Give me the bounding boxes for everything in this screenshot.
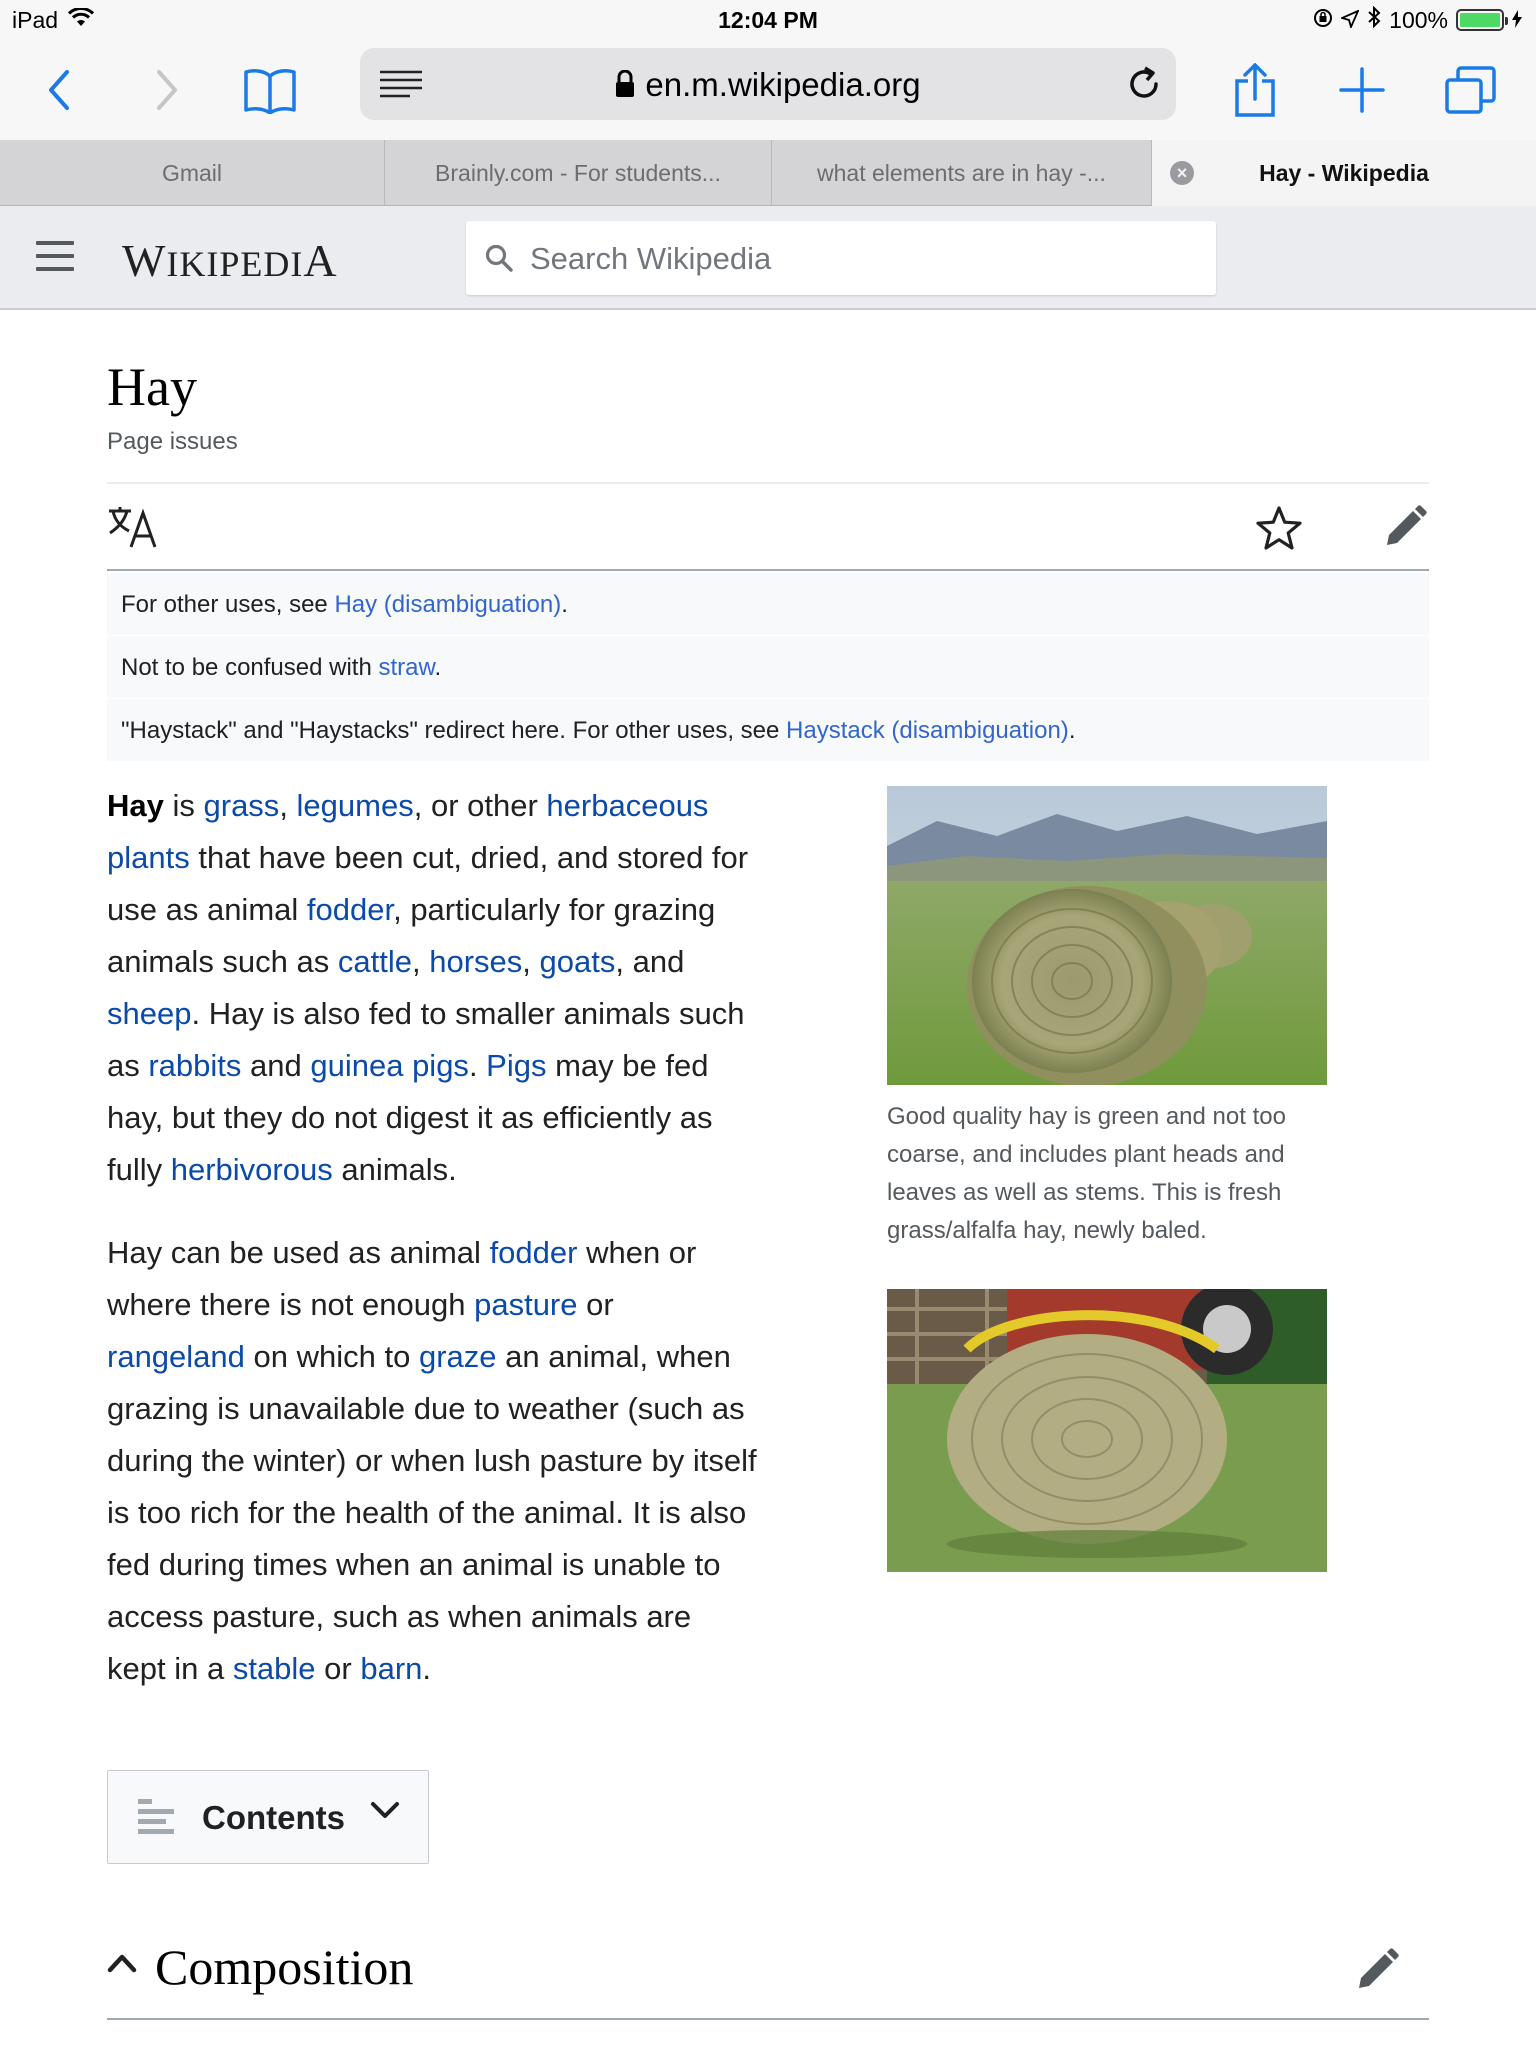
forward-icon[interactable] [134,58,198,122]
divider [107,482,1429,484]
page-issues-link[interactable]: Page issues [107,428,238,456]
hatnotes: For other uses, see Hay (disambiguation)… [107,573,1429,762]
article-link[interactable]: grass [204,788,280,823]
hatnote-link[interactable]: Hay (disambiguation) [334,591,561,618]
article-link[interactable]: goats [540,944,616,979]
status-bar: iPad 12:04 PM 100% [0,0,1536,40]
article-link[interactable]: herbivorous [171,1152,333,1187]
clock: 12:04 PM [718,7,818,33]
tab-bar: Gmail Brainly.com - For students... what… [0,140,1536,206]
tab-label: Gmail [161,159,223,186]
hay-bales-field-image[interactable] [887,786,1327,1085]
search-placeholder: Search Wikipedia [530,241,772,276]
image-caption: Good quality hay is green and not too co… [887,1103,1286,1244]
section-header-composition[interactable]: Composition [107,1928,1429,2020]
article-link[interactable]: horses [429,944,522,979]
article-link[interactable]: graze [419,1339,497,1374]
close-tab-icon[interactable]: × [1170,161,1194,185]
article-link[interactable]: rangeland [107,1339,245,1374]
watch-star-icon[interactable] [1255,505,1303,556]
chevron-up-icon[interactable] [107,1952,137,1979]
hay-bale-tractor-image[interactable] [887,1289,1327,1572]
article-link[interactable]: barn [360,1651,422,1686]
bluetooth-icon [1367,5,1381,34]
tab-label: Brainly.com - For students... [435,159,721,186]
search-icon [484,243,514,278]
contents-label: Contents [202,1799,345,1836]
article-link[interactable]: pasture [474,1287,577,1322]
article-link[interactable]: sheep [107,996,191,1031]
hatnote: For other uses, see Hay (disambiguation)… [107,573,1429,636]
section-edit-icon[interactable] [1355,1948,1399,1997]
bookmarks-icon[interactable] [238,58,302,122]
chevron-down-icon [370,1801,400,1826]
hatnote: "Haystack" and "Haystacks" redirect here… [107,699,1429,762]
article-link[interactable]: guinea pigs [310,1048,469,1083]
tab-hay-wikipedia[interactable]: × Hay - Wikipedia [1152,140,1536,206]
article-link[interactable]: fodder [490,1235,578,1270]
browser-toolbar: en.m.wikipedia.org [0,40,1536,140]
tab-label: Hay - Wikipedia [1259,159,1429,186]
page-title: Hay [107,357,197,417]
url-text: en.m.wikipedia.org [645,66,921,103]
article-link[interactable]: Pigs [486,1048,546,1083]
back-icon[interactable] [28,58,92,122]
battery-percent: 100% [1389,6,1448,33]
section-title: Composition [155,1939,414,1995]
article-link[interactable]: cattle [338,944,412,979]
tab-hay-search[interactable]: what elements are in hay -... [772,140,1152,206]
article-link[interactable]: legumes [297,788,414,823]
battery-level [1460,13,1500,27]
tab-gmail[interactable]: Gmail [0,140,385,206]
language-icon[interactable] [107,505,159,554]
edit-pencil-icon[interactable] [1383,505,1427,554]
reload-icon[interactable] [1126,66,1162,107]
article-link[interactable]: fodder [307,892,393,927]
hatnote-link[interactable]: Haystack (disambiguation) [786,717,1069,744]
battery-icon [1456,9,1508,31]
search-input[interactable]: Search Wikipedia [466,221,1216,295]
tab-brainly[interactable]: Brainly.com - For students... [385,140,772,206]
location-icon [1339,7,1360,34]
toc-icon [136,1797,176,1842]
wikipedia-header: WIKIPEDIA Search Wikipedia [0,206,1536,310]
rotation-lock-icon [1313,7,1333,34]
article-link[interactable]: rabbits [148,1048,241,1083]
paragraph-usage: Hay can be used as animal fodder when or… [107,1235,757,1686]
article-link[interactable]: stable [233,1651,316,1686]
share-icon[interactable] [1223,58,1287,122]
tab-label: what elements are in hay -... [817,159,1106,186]
wikipedia-logo[interactable]: WIKIPEDIA [122,234,338,287]
menu-icon[interactable] [36,241,74,271]
tabs-icon[interactable] [1438,58,1502,122]
article-body: Hay is grass, legumes, or other herbaceo… [107,780,757,1726]
contents-toggle[interactable]: Contents [107,1770,429,1864]
address-bar[interactable]: en.m.wikipedia.org [360,48,1176,120]
hatnote-link[interactable]: straw [378,654,434,681]
charging-icon [1512,7,1522,34]
page-actions [107,485,1429,571]
lock-icon [615,68,635,106]
hatnote: Not to be confused with straw. [107,636,1429,699]
new-tab-icon[interactable] [1330,58,1394,122]
paragraph-intro: Hay is grass, legumes, or other herbaceo… [107,788,749,1187]
